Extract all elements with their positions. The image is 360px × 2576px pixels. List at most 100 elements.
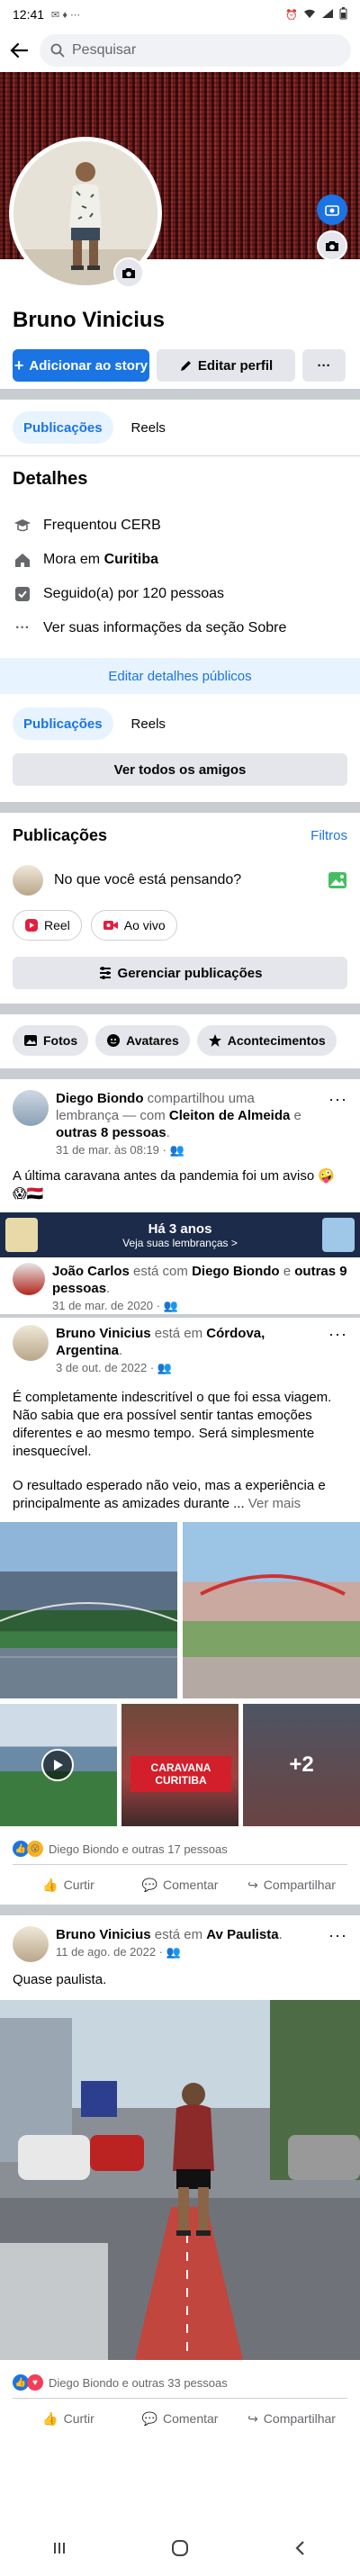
photo-more[interactable]: +2	[243, 1704, 360, 1826]
post-time-text: 3 de out. de 2022 ·	[56, 1361, 155, 1374]
profile-tabs: Publicações Reels	[0, 400, 360, 455]
shared-attribution-end: .	[106, 1281, 111, 1296]
manage-icon	[98, 966, 112, 980]
post-options-icon[interactable]: ···	[328, 1090, 347, 1158]
graduation-cap-icon	[13, 518, 32, 534]
post-timestamp: 11 de ago. de 2022 · 👥	[56, 1943, 321, 1960]
details-header: Detalhes	[0, 456, 360, 509]
photos-chip[interactable]: Fotos	[13, 1025, 89, 1056]
details-title: Detalhes	[13, 469, 88, 489]
tab-reels[interactable]: Reels	[121, 411, 176, 444]
live-button[interactable]: Ao vivo	[90, 910, 177, 941]
post-tag-name[interactable]: Cleiton de Almeida	[169, 1108, 290, 1123]
back-arrow-icon[interactable]	[9, 41, 29, 60]
post-attribution-end: .	[119, 1343, 123, 1358]
post-author-name[interactable]: Bruno Vinicius	[56, 1326, 151, 1341]
search-placeholder: Pesquisar	[72, 42, 137, 58]
recent-apps-icon[interactable]	[50, 2539, 68, 2562]
signal-icon	[321, 8, 334, 22]
manage-posts-button[interactable]: Gerenciar publicações	[13, 957, 347, 989]
see-all-friends-button[interactable]: Ver todos os amigos	[13, 753, 347, 786]
like-button[interactable]: 👍 Curtir	[13, 1878, 124, 1893]
post-attribution: Bruno Vinicius está em Av Paulista. 11 d…	[56, 1926, 321, 1962]
wifi-icon	[303, 8, 316, 22]
search-input[interactable]: Pesquisar	[40, 34, 351, 67]
post-memory: Diego Biondo compartilhou uma lembrança …	[0, 1079, 360, 1314]
see-more-link[interactable]: Ver mais	[245, 1496, 301, 1511]
events-chip[interactable]: Acontecimentos	[196, 1025, 337, 1056]
add-story-button[interactable]: + Adicionar ao story	[13, 349, 149, 382]
edit-public-details-button[interactable]: Editar detalhes públicos	[0, 658, 360, 694]
thumbs-up-icon: 👍	[42, 2410, 58, 2426]
posts-section-header: Publicações Filtros	[0, 813, 360, 858]
stadium-1-illustration	[0, 1602, 178, 1698]
post-text: A última caravana antes da pandemia foi …	[13, 1168, 336, 1202]
comment-button[interactable]: 💬 Comentar	[124, 2411, 236, 2427]
profile-camera-icon[interactable]	[113, 257, 144, 288]
detail-studied: Frequentou CERB	[0, 509, 360, 543]
post-author-avatar[interactable]	[13, 1090, 49, 1126]
profile-name: Bruno Vinicius	[13, 308, 165, 332]
reactions-text: Diego Biondo e outras 33 pessoas	[49, 2375, 228, 2390]
secondary-tabs: Publicações Reels	[0, 701, 360, 750]
more-dots-icon: ···	[317, 357, 331, 374]
like-label: Curtir	[63, 1878, 94, 1892]
share-button[interactable]: ↪ Compartilhar	[236, 1878, 347, 1893]
post-reactions[interactable]: 👍 😮 Diego Biondo e outras 17 pessoas	[0, 1833, 360, 1864]
post-location[interactable]: Av Paulista	[206, 1927, 278, 1942]
profile-header	[0, 72, 360, 297]
post-mid-text: está em	[150, 1927, 207, 1942]
photo-avenue[interactable]	[0, 2000, 360, 2360]
edit-cover-icon[interactable]	[317, 194, 347, 225]
play-video-icon[interactable]	[41, 1749, 74, 1781]
tab-posts-secondary[interactable]: Publicações	[13, 707, 113, 740]
shared-author-avatar[interactable]	[13, 1263, 45, 1295]
stadium-2-illustration	[183, 1574, 360, 1698]
post-author-name[interactable]: Diego Biondo	[56, 1091, 144, 1106]
shared-joiner-text: e	[279, 1264, 295, 1279]
comment-button[interactable]: 💬 Comentar	[124, 1878, 236, 1893]
post-attribution-end: .	[278, 1927, 283, 1942]
edit-profile-button[interactable]: Editar perfil	[157, 349, 295, 382]
profile-more-button[interactable]: ···	[302, 349, 346, 382]
comment-icon: 💬	[141, 2410, 158, 2426]
composer-avatar	[13, 865, 43, 896]
memory-banner[interactable]: Há 3 anos Veja suas lembranças >	[0, 1212, 360, 1257]
photo-stadium-3[interactable]	[0, 1704, 117, 1826]
post-author-name[interactable]: Bruno Vinicius	[56, 1927, 151, 1942]
shared-tag-name[interactable]: Diego Biondo	[192, 1264, 280, 1279]
post-author-avatar[interactable]	[13, 1926, 49, 1962]
post-reactions[interactable]: 👍 ♥ Diego Biondo e outras 33 pessoas	[0, 2367, 360, 2398]
photo-icon[interactable]	[328, 871, 347, 889]
friends-privacy-icon: 👥	[169, 1143, 184, 1157]
back-nav-icon[interactable]	[292, 2539, 310, 2562]
detail-about[interactable]: ··· Ver suas informações da seção Sobre	[0, 611, 360, 645]
love-reaction-icon: ♥	[27, 2374, 43, 2391]
avenue-illustration	[0, 2000, 360, 2360]
composer-input[interactable]: No que você está pensando?	[54, 872, 241, 888]
tab-reels-secondary[interactable]: Reels	[121, 707, 176, 740]
avatars-chip[interactable]: Avatares	[95, 1025, 190, 1056]
tab-posts[interactable]: Publicações	[13, 411, 113, 444]
reel-button[interactable]: Reel	[13, 910, 82, 941]
share-button[interactable]: ↪ Compartilhar	[236, 2411, 347, 2427]
home-button-icon[interactable]	[170, 2538, 190, 2563]
shared-author-name[interactable]: João Carlos	[52, 1264, 130, 1279]
shared-attribution: João Carlos está com Diego Biondo e outr…	[52, 1263, 347, 1314]
detail-studied-text: Frequentou CERB	[43, 518, 161, 533]
post-options-icon[interactable]: ···	[328, 1325, 347, 1376]
add-story-label: Adicionar ao story	[29, 357, 148, 374]
profile-actions: + Adicionar ao story Editar perfil ···	[0, 337, 360, 389]
photo-banner[interactable]: CARAVANA CURITIBA	[122, 1704, 238, 1826]
posts-section-title: Publicações	[13, 825, 108, 844]
filters-link[interactable]: Filtros	[310, 828, 347, 843]
share-icon: ↪	[248, 1877, 258, 1892]
photo-stadium-1[interactable]	[0, 1522, 178, 1698]
photo-stadium-2[interactable]	[183, 1522, 360, 1698]
like-button[interactable]: 👍 Curtir	[13, 2411, 124, 2427]
detail-lives-city[interactable]: Curitiba	[104, 552, 158, 567]
post-options-icon[interactable]: ···	[328, 1926, 347, 1962]
post-author-avatar[interactable]	[13, 1325, 49, 1361]
cover-camera-icon[interactable]	[317, 230, 347, 261]
post-tag-others[interactable]: outras 8 pessoas	[56, 1125, 166, 1140]
